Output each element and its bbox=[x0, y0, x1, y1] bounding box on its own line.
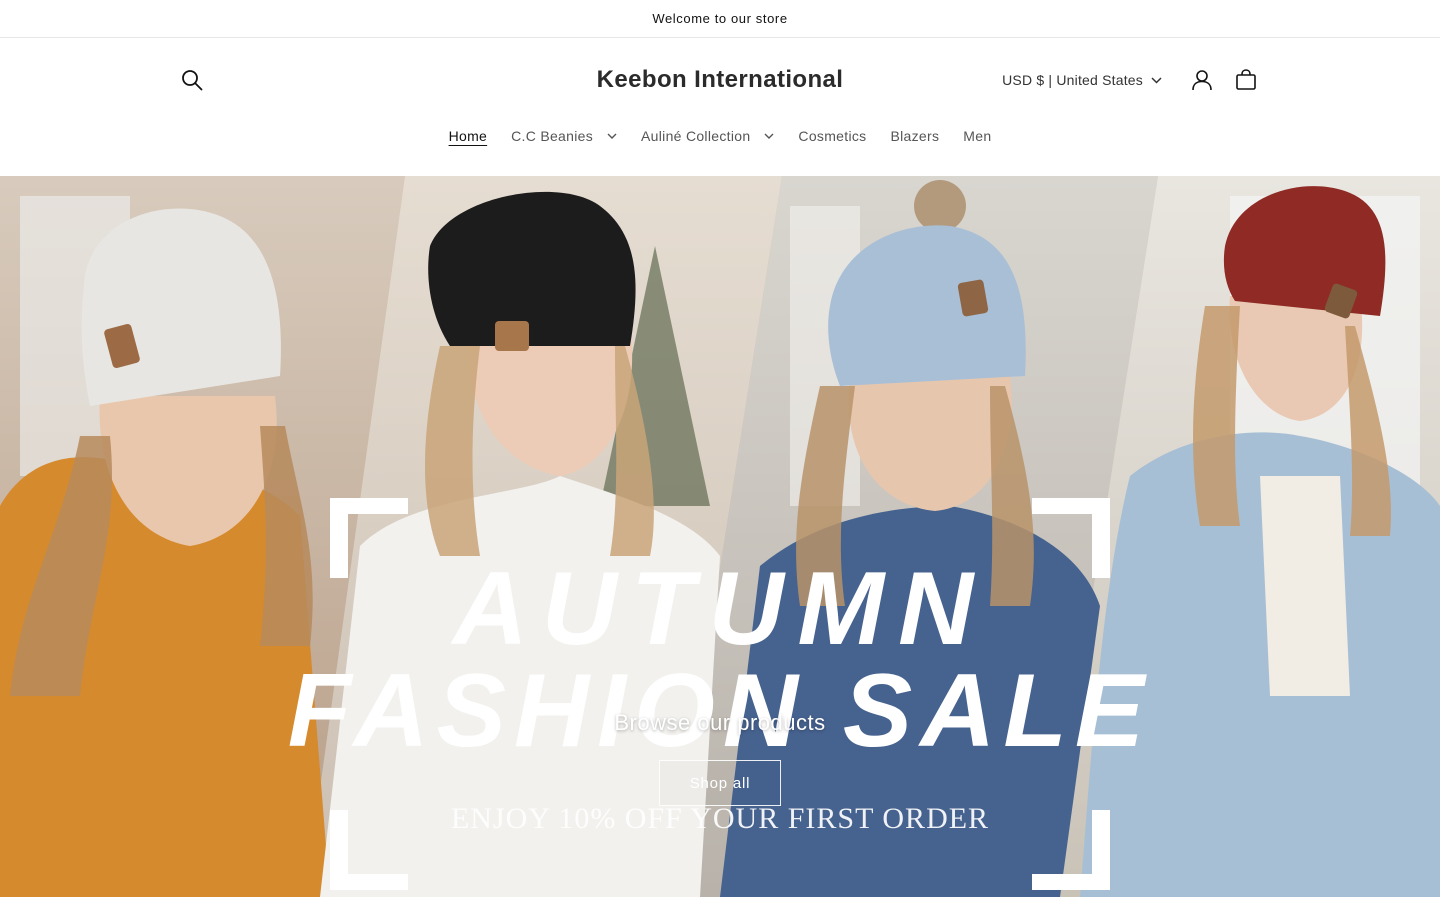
chevron-down-icon bbox=[764, 133, 774, 139]
nav-item-cc-beanies[interactable]: C.C Beanies bbox=[499, 124, 629, 148]
nav-item-home[interactable]: Home bbox=[437, 124, 500, 148]
cart-button[interactable] bbox=[1224, 62, 1268, 98]
announcement-text: Welcome to our store bbox=[652, 11, 788, 26]
currency-selector[interactable]: USD $ | United States bbox=[1002, 72, 1162, 88]
nav-item-label: Home bbox=[448, 128, 488, 144]
nav-item-men[interactable]: Men bbox=[951, 124, 1003, 148]
sale-line-autumn: AUTUMN bbox=[450, 551, 988, 667]
nav-item-blazers[interactable]: Blazers bbox=[878, 124, 951, 148]
main-navigation: Home C.C Beanies Auliné Collection Cosme… bbox=[0, 124, 1440, 148]
bracket-top-right bbox=[1032, 498, 1110, 578]
bracket-bottom-left bbox=[330, 810, 408, 890]
chevron-down-icon bbox=[607, 133, 617, 139]
header-actions: USD $ | United States bbox=[1002, 64, 1268, 96]
announcement-bar: Welcome to our store bbox=[0, 0, 1440, 38]
nav-item-cosmetics[interactable]: Cosmetics bbox=[786, 124, 878, 148]
hero-subheading: Browse our products bbox=[614, 710, 826, 735]
cart-icon bbox=[1236, 69, 1256, 90]
bracket-top-left bbox=[330, 498, 408, 578]
site-header: Keebon International USD $ | United Stat… bbox=[0, 38, 1440, 176]
hero-banner: AUTUMN FASHION SALE ENJOY 10% OFF YOUR F… bbox=[0, 176, 1440, 897]
chevron-down-icon bbox=[1151, 76, 1162, 84]
store-title-link[interactable]: Keebon International bbox=[597, 66, 844, 93]
sale-offer-text: ENJOY 10% OFF YOUR FIRST ORDER bbox=[451, 802, 989, 835]
nav-item-label: C.C Beanies bbox=[511, 128, 594, 144]
nav-item-auline-collection[interactable]: Auliné Collection bbox=[629, 124, 786, 148]
nav-item-label: Cosmetics bbox=[798, 128, 867, 144]
account-button[interactable] bbox=[1180, 62, 1224, 98]
bracket-bottom-right bbox=[1032, 810, 1110, 890]
shop-all-button[interactable]: Shop all bbox=[659, 760, 781, 806]
nav-item-label: Men bbox=[963, 128, 992, 144]
nav-item-label: Auliné Collection bbox=[641, 128, 751, 144]
nav-item-label: Blazers bbox=[890, 128, 940, 144]
currency-label: USD $ | United States bbox=[1002, 72, 1143, 88]
user-icon bbox=[1192, 70, 1212, 91]
